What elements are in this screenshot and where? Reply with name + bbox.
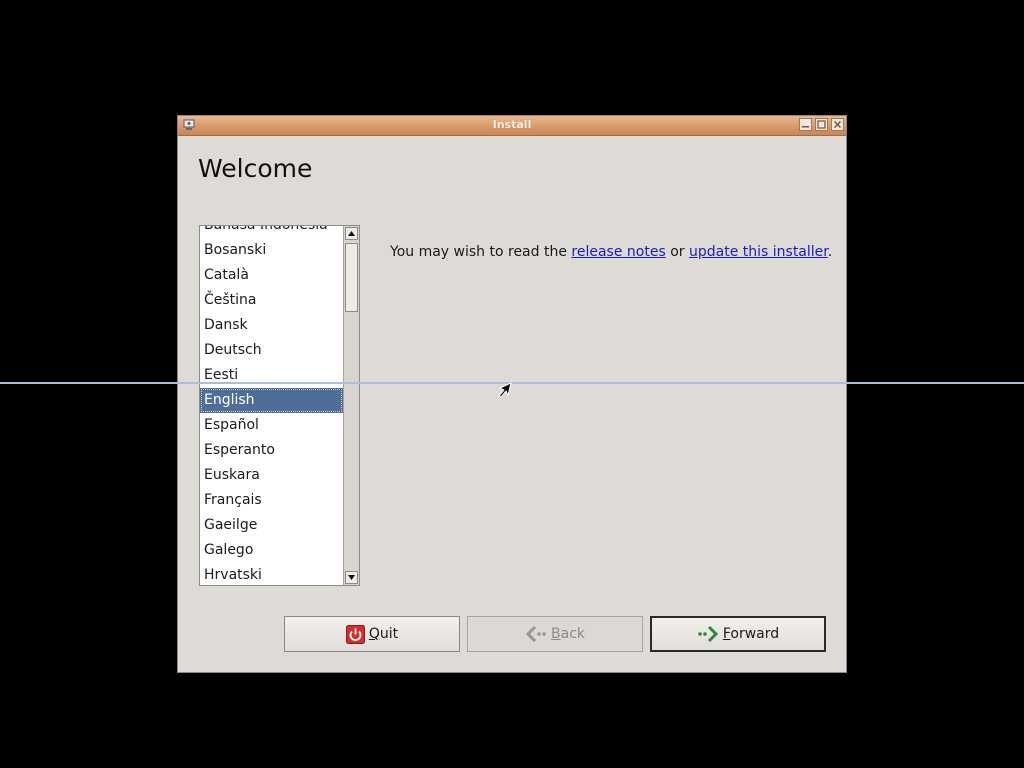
language-list-item[interactable]: Català: [200, 263, 343, 288]
window-titlebar[interactable]: Install: [178, 116, 846, 136]
desktop: Install Welcome Bahasa Indonesia Bosanski…: [0, 0, 1024, 768]
release-notes-link[interactable]: release notes: [571, 244, 665, 260]
update-installer-link[interactable]: update this installer: [689, 244, 828, 260]
back-arrow-icon: [525, 626, 547, 642]
forward-arrow-icon: [697, 626, 719, 642]
language-list-item[interactable]: Español: [200, 413, 343, 438]
maximize-icon[interactable]: [815, 118, 828, 131]
language-list-item[interactable]: Hrvatski: [200, 563, 343, 585]
mouse-pointer-icon: [497, 382, 513, 402]
release-info-text: You may wish to read the release notes o…: [390, 244, 832, 260]
language-list[interactable]: Bahasa Indonesia Bosanski Català Čeština Dan…: [199, 225, 360, 586]
forward-button[interactable]: Forward: [650, 616, 826, 652]
forward-button-label: Forward: [722, 626, 780, 642]
language-list-item[interactable]: Gaeilge: [200, 513, 343, 538]
back-button-label: Back: [551, 626, 585, 642]
language-list-item[interactable]: Français: [200, 488, 343, 513]
language-list-item[interactable]: English: [200, 388, 343, 413]
language-list-item[interactable]: Deutsch: [200, 338, 343, 363]
quit-button[interactable]: Quit: [284, 616, 460, 652]
info-suffix: .: [827, 244, 833, 260]
language-list-item[interactable]: Bahasa Indonesia: [200, 226, 343, 238]
scroll-up-icon[interactable]: [345, 227, 358, 240]
minimize-icon[interactable]: [799, 118, 812, 131]
page-title: Welcome: [198, 154, 313, 183]
quit-button-label: Quit: [368, 626, 399, 642]
language-list-item[interactable]: Galego: [200, 538, 343, 563]
back-button[interactable]: Back: [467, 616, 643, 652]
window-title: Install: [492, 118, 532, 131]
scrollbar-thumb[interactable]: [345, 243, 358, 312]
close-icon[interactable]: [831, 118, 844, 131]
info-middle: or: [665, 244, 689, 260]
language-list-item[interactable]: Dansk: [200, 313, 343, 338]
scroll-down-icon[interactable]: [345, 571, 358, 584]
language-list-item[interactable]: Esperanto: [200, 438, 343, 463]
language-list-item[interactable]: Bosanski: [200, 238, 343, 263]
language-list-item[interactable]: Čeština: [200, 288, 343, 313]
power-icon: [345, 624, 365, 644]
language-list-scrollbar[interactable]: [343, 226, 359, 585]
info-prefix: You may wish to read the: [390, 244, 572, 260]
language-list-items: Bahasa Indonesia Bosanski Català Čeština Dan…: [200, 226, 343, 585]
language-list-item[interactable]: Eesti: [200, 363, 343, 388]
language-list-item[interactable]: Euskara: [200, 463, 343, 488]
